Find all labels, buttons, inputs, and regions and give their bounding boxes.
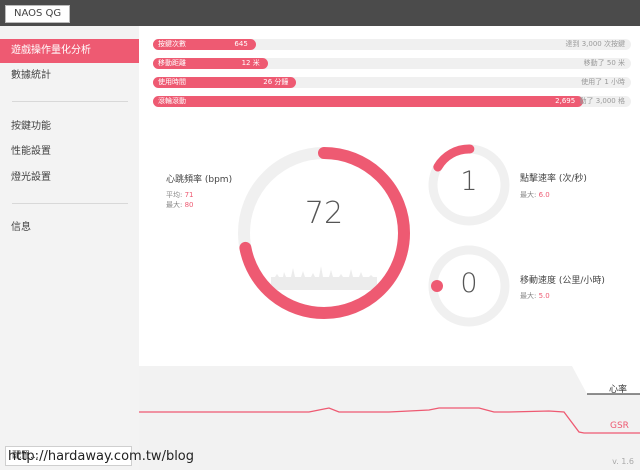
heart-rate-max: 最大: 80 — [166, 200, 194, 210]
move-speed-max: 最大: 5.0 — [520, 291, 550, 301]
move-speed-max-value: 5.0 — [538, 292, 550, 300]
version-label: v. 1.6 — [612, 457, 634, 466]
stat-value: 12 米 — [241, 59, 260, 67]
stat-label: 使用時間 — [158, 78, 186, 86]
move-speed-value: 0 — [460, 268, 478, 299]
stat-label: 按鍵次數 — [158, 40, 186, 48]
click-rate-value: 1 — [460, 166, 478, 197]
heart-rate-label: 心跳頻率 (bpm) — [166, 175, 233, 185]
stat-bar-time: 使用時間 26 分鐘 使用了 1 小時 — [153, 77, 631, 88]
click-rate-max-value: 6.0 — [538, 191, 550, 199]
sidebar-item-info[interactable]: 信息 — [0, 216, 139, 240]
stat-bar-distance: 移動距離 12 米 移動了 50 米 — [153, 58, 631, 69]
heart-rate-area — [139, 366, 640, 470]
sidebar-divider — [12, 101, 128, 102]
main-panel: 按鍵次數 645 達到 3,000 次按鍵 移動距離 12 米 移動了 50 米… — [139, 26, 640, 470]
move-speed-label: 移動速度 (公里/小時) — [520, 276, 605, 286]
stat-bar-clicks: 按鍵次數 645 達到 3,000 次按鍵 — [153, 39, 631, 50]
watermark: http://hardaway.com.tw/blog — [8, 449, 195, 464]
stat-value: 2,695 — [555, 97, 576, 105]
sidebar: 遊戲操作量化分析 數據統計 按鍵功能 性能設置 燈光設置 信息 配置... — [0, 26, 139, 470]
stat-label: 移動距離 — [158, 59, 186, 67]
sidebar-item-key-functions[interactable]: 按鍵功能 — [0, 115, 139, 139]
stat-goal: 移動了 50 米 — [583, 59, 625, 67]
heart-rate-value: 72 — [304, 196, 344, 231]
sidebar-item-statistics[interactable]: 數據統計 — [0, 64, 139, 88]
click-rate-max-label: 最大: — [520, 191, 537, 199]
heart-rate-max-value: 80 — [184, 201, 194, 209]
stat-goal: 達到 3,000 次按鍵 — [565, 40, 626, 48]
app-title: NAOS QG — [5, 5, 71, 23]
stat-bar-scroll: 滾輪滾動 2,695 動了 3,000 格 — [153, 96, 631, 107]
stat-fill — [153, 96, 584, 107]
sidebar-item-lighting[interactable]: 燈光設置 — [0, 166, 139, 190]
stat-goal: 使用了 1 小時 — [581, 78, 625, 86]
move-speed-max-label: 最大: — [520, 292, 537, 300]
sidebar-item-analysis[interactable]: 遊戲操作量化分析 — [0, 39, 139, 63]
heart-rate-avg: 平均: 71 — [166, 190, 194, 200]
stat-goal: 動了 3,000 格 — [579, 97, 626, 105]
heart-rate-max-label: 最大: — [166, 201, 183, 209]
heart-rate-avg-label: 平均: — [166, 191, 183, 199]
heart-rate-series-label: 心率 — [609, 385, 628, 395]
heart-rate-avg-value: 71 — [184, 191, 194, 199]
title-bar: NAOS QG — [0, 0, 640, 26]
click-rate-label: 點擊速率 (次/秒) — [520, 174, 587, 184]
stat-label: 滾輪滾動 — [158, 97, 186, 105]
bio-chart-canvas — [139, 366, 640, 470]
sidebar-item-performance[interactable]: 性能設置 — [0, 140, 139, 164]
heart-rate-ring — [238, 147, 410, 319]
stat-value: 645 — [234, 40, 248, 48]
stat-value: 26 分鐘 — [263, 78, 289, 86]
gsr-series-label: GSR — [610, 421, 629, 431]
sidebar-divider — [12, 203, 128, 204]
bio-chart: 心率 GSR — [139, 366, 640, 470]
click-rate-max: 最大: 6.0 — [520, 190, 550, 200]
heart-rate-waveform — [271, 266, 377, 290]
